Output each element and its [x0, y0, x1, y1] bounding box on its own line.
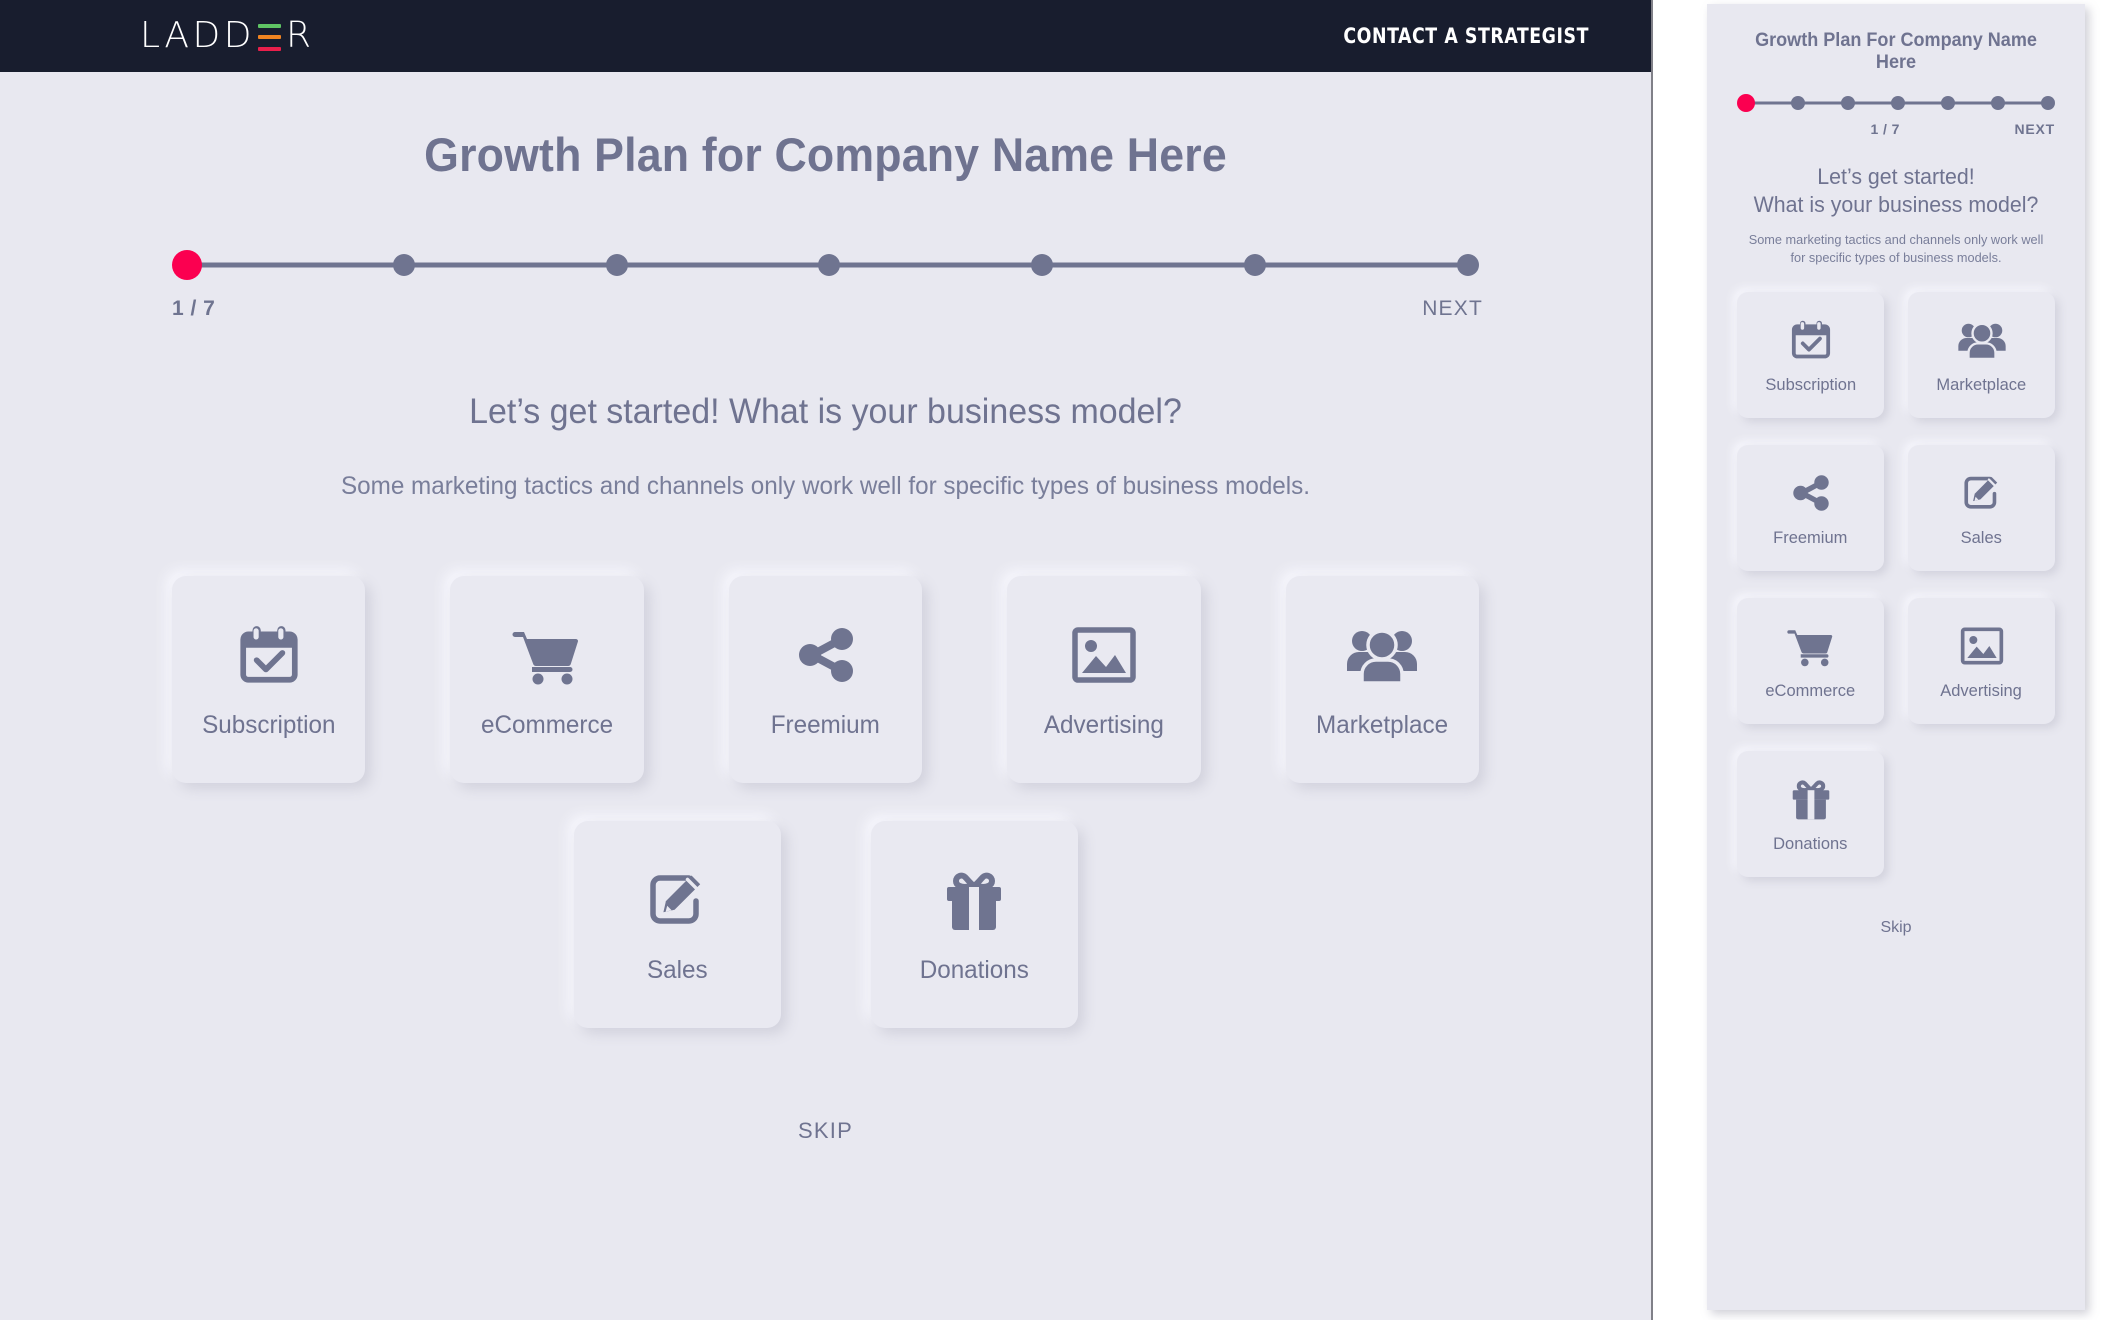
gift-icon	[943, 864, 1005, 936]
mobile-question-heading: Let’s get started! What is your business…	[1736, 163, 2056, 219]
people-group-icon	[1957, 316, 2007, 364]
contact-a-strategist-link[interactable]: CONTACT A STRATEGIST	[1343, 24, 1589, 48]
pencil-square-icon	[1961, 469, 2003, 517]
mobile-option-label: Subscription	[1765, 374, 1856, 394]
progress-dot-6[interactable]	[1244, 254, 1267, 276]
progress-dot-3[interactable]	[605, 254, 628, 276]
mobile-option-card-subscription[interactable]: Subscription	[1737, 292, 1884, 419]
question-subtext: Some marketing tactics and channels only…	[340, 472, 1311, 500]
calendar-check-icon	[236, 619, 302, 691]
logo-text-ladd: LADD	[140, 15, 255, 56]
progress-dot-5[interactable]	[1031, 254, 1054, 276]
option-card-marketplace[interactable]: Marketplace	[1285, 576, 1480, 783]
mobile-option-label: Donations	[1773, 833, 1848, 853]
mobile-progress-dot-4[interactable]	[1891, 96, 1905, 110]
pencil-square-icon	[645, 864, 709, 936]
progress-dot-2[interactable]	[392, 254, 415, 276]
option-label: Freemium	[770, 711, 881, 739]
mobile-progress-dot-5[interactable]	[1941, 96, 1955, 110]
people-group-icon	[1345, 619, 1419, 691]
calendar-check-icon	[1789, 316, 1833, 364]
mobile-option-label: eCommerce	[1765, 680, 1856, 700]
option-card-sales[interactable]: Sales	[573, 821, 781, 1028]
page-title: Growth Plan for Company Name Here	[424, 128, 1227, 181]
mobile-next-button[interactable]: NEXT	[2014, 121, 2055, 137]
options-row-1: Subscription eCommerce Freemium Advertis…	[171, 576, 1480, 783]
mobile-preview-panel: Growth Plan For Company Name Here 1 / 7 …	[1707, 4, 2085, 1310]
progress-dot-1[interactable]	[172, 250, 202, 280]
progress-dot-7[interactable]	[1456, 254, 1479, 276]
shopping-cart-icon	[512, 619, 582, 691]
mobile-step-counter: 1 / 7	[1870, 121, 1900, 137]
mobile-progress-stepper: 1 / 7 NEXT	[1731, 94, 2061, 137]
mobile-progress-track	[1737, 94, 2055, 112]
logo-text-r: R	[285, 15, 315, 56]
option-label: Marketplace	[1316, 711, 1449, 739]
shopping-cart-icon	[1786, 622, 1835, 670]
next-button[interactable]: NEXT	[1422, 297, 1483, 321]
mobile-question-subtext: Some marketing tactics and channels only…	[1748, 232, 2044, 265]
question-heading: Let’s get started! What is your business…	[469, 392, 1182, 431]
mobile-option-label: Sales	[1960, 527, 2003, 547]
progress-dot-4[interactable]	[818, 254, 841, 276]
mobile-progress-dot-7[interactable]	[2041, 96, 2055, 110]
mobile-option-label: Advertising	[1940, 680, 2023, 700]
mobile-skip-button[interactable]: Skip	[1731, 919, 2061, 937]
mobile-progress-dot-2[interactable]	[1791, 96, 1805, 110]
mobile-option-card-advertising[interactable]: Advertising	[1908, 598, 2055, 725]
share-icon	[1790, 469, 1832, 517]
option-card-advertising[interactable]: Advertising	[1007, 576, 1201, 783]
mobile-progress-dot-3[interactable]	[1841, 96, 1855, 110]
option-label: Sales	[646, 956, 708, 984]
mobile-option-card-sales[interactable]: Sales	[1908, 445, 2055, 572]
progress-dots	[172, 250, 1479, 280]
option-card-freemium[interactable]: Freemium	[728, 576, 923, 783]
mobile-progress-dot-6[interactable]	[1991, 96, 2005, 110]
screenshot-root: LADD R CONTACT A STRATEGIST Growth Plan …	[0, 0, 2124, 1320]
progress-track	[172, 250, 1479, 280]
mobile-option-card-marketplace[interactable]: Marketplace	[1908, 292, 2055, 419]
step-counter: 1 / 7	[172, 297, 216, 320]
mobile-option-card-freemium[interactable]: Freemium	[1737, 445, 1884, 572]
progress-labels: 1 / 7 NEXT	[172, 297, 1482, 321]
option-label: Donations	[919, 956, 1029, 984]
image-icon	[1070, 619, 1138, 691]
mobile-question-line-2: What is your business model?	[1753, 192, 2039, 218]
mobile-page-title: Growth Plan For Company Name Here	[1755, 30, 2037, 73]
mobile-progress-dots	[1737, 94, 2055, 112]
option-card-ecommerce[interactable]: eCommerce	[450, 576, 644, 783]
option-card-subscription[interactable]: Subscription	[171, 576, 366, 783]
option-label: eCommerce	[481, 711, 614, 739]
progress-stepper: 1 / 7 NEXT	[172, 250, 1482, 321]
mobile-options-grid: Subscription Marketplace Freemium Sales …	[1731, 292, 2061, 878]
mobile-option-label: Marketplace	[1936, 374, 2027, 394]
gift-icon	[1790, 775, 1832, 823]
desktop-content: Growth Plan for Company Name Here 1 / 7 …	[0, 127, 1651, 1144]
logo-e-bars-icon	[257, 23, 281, 51]
mobile-progress-labels: 1 / 7 NEXT	[1737, 121, 2055, 137]
mobile-question-line-1: Let’s get started!	[1817, 164, 1975, 189]
mobile-option-card-donations[interactable]: Donations	[1737, 751, 1884, 878]
option-label: Advertising	[1043, 711, 1164, 739]
desktop-preview-panel: LADD R CONTACT A STRATEGIST Growth Plan …	[0, 0, 1653, 1320]
skip-button[interactable]: SKIP	[172, 1118, 1479, 1144]
option-card-donations[interactable]: Donations	[870, 821, 1078, 1028]
mobile-progress-dot-1[interactable]	[1737, 94, 1755, 112]
ladder-logo[interactable]: LADD R	[140, 13, 314, 59]
mobile-option-card-ecommerce[interactable]: eCommerce	[1737, 598, 1884, 725]
option-label: Subscription	[201, 711, 336, 739]
options-row-2: Sales Donations	[172, 821, 1479, 1028]
image-icon	[1959, 622, 2005, 670]
share-icon	[794, 619, 858, 691]
mobile-option-label: Freemium	[1773, 527, 1848, 547]
top-navigation-bar: LADD R CONTACT A STRATEGIST	[0, 0, 1651, 72]
